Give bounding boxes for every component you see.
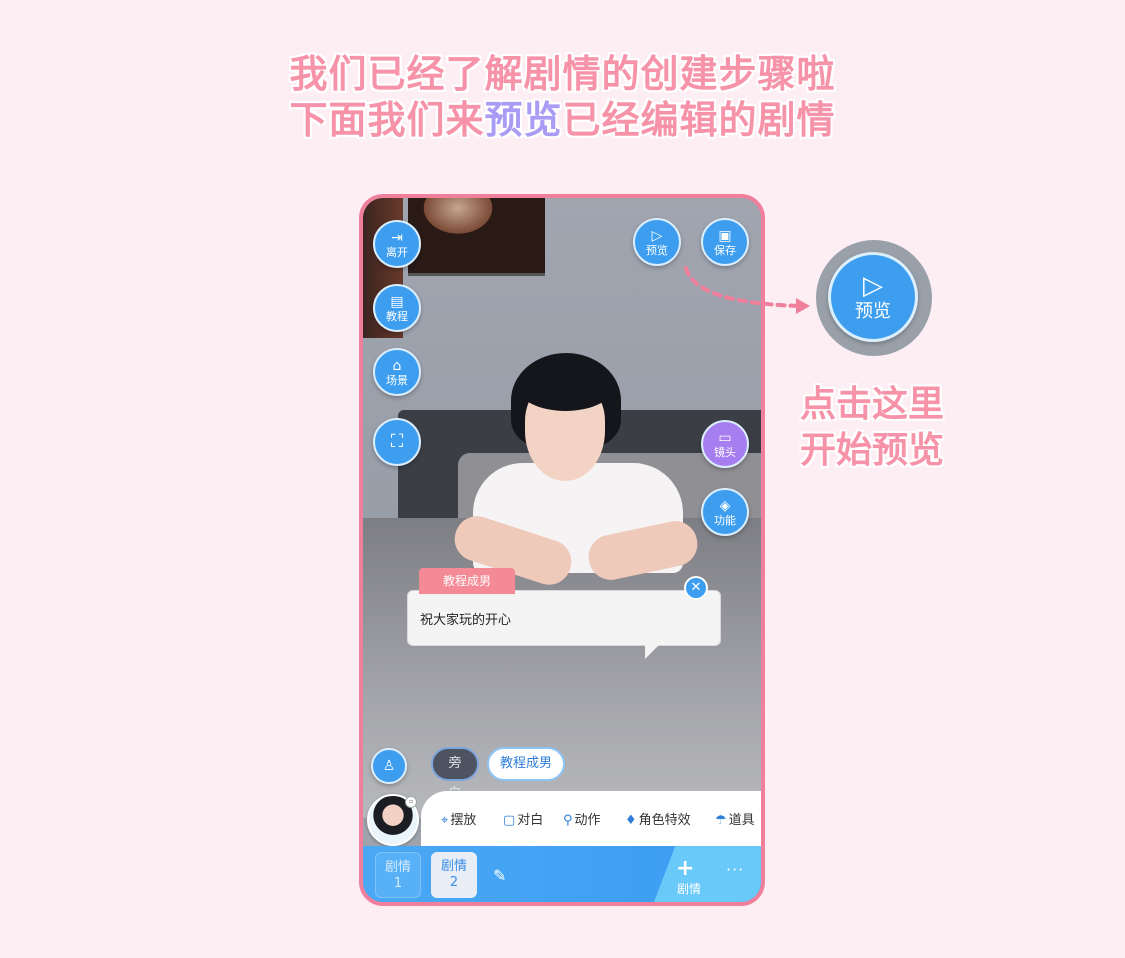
dialog-box[interactable]: 祝大家玩的开心: [407, 590, 721, 646]
headline-line-2-start: 下面我们来: [289, 98, 485, 142]
save-label: 保存: [714, 243, 736, 257]
plot-tab-2[interactable]: 剧情 2: [431, 852, 477, 898]
tool-effect[interactable]: ♦ 角色特效: [625, 809, 691, 828]
dialog-tail: [645, 645, 659, 659]
more-icon[interactable]: ···: [726, 860, 744, 879]
umbrella-icon: ☂: [715, 813, 727, 828]
wall-poster: [408, 198, 545, 276]
tool-prop[interactable]: ☂ 道具: [715, 809, 755, 828]
tool-place[interactable]: ⌖ 摆放: [441, 809, 476, 828]
cube-icon: ◈: [719, 497, 731, 514]
function-label: 功能: [714, 513, 736, 527]
book-icon: ▤: [390, 293, 404, 310]
tool-prop-label: 道具: [728, 813, 755, 828]
character-fringe: [518, 363, 613, 411]
character-chip[interactable]: 教程成男: [487, 747, 565, 781]
preview-button[interactable]: ▷ 预览: [633, 218, 681, 266]
tool-action-label: 动作: [574, 813, 601, 828]
fullscreen-icon: ⛶: [390, 431, 404, 452]
plot-tab-1-label: 剧情: [384, 860, 411, 875]
save-button[interactable]: ▣ 保存: [701, 218, 749, 266]
tool-dialogue[interactable]: ▢ 对白: [503, 809, 543, 828]
add-user-icon: ♙: [382, 758, 396, 774]
add-plot-button[interactable]: [651, 846, 761, 902]
headline-line-2: 下面我们来预览已经编辑的剧情: [0, 98, 1125, 142]
headline-highlight: 预览: [484, 98, 563, 142]
plot-tab-1-number: 1: [393, 876, 403, 891]
avatar-badge: ▫: [405, 796, 417, 808]
add-plot-label[interactable]: 剧情: [677, 880, 701, 897]
scene-button[interactable]: ⌂ 场景: [373, 348, 421, 396]
headline-line-1: 我们已经了解剧情的创建步骤啦: [289, 52, 836, 96]
preview-label: 预览: [646, 243, 668, 257]
plot-tab-2-label: 剧情: [440, 859, 467, 874]
add-role-button[interactable]: ♙: [371, 748, 407, 784]
fullscreen-button[interactable]: ⛶: [373, 418, 421, 466]
camera-button[interactable]: ▭ 镜头: [701, 420, 749, 468]
exit-icon: ⇥: [391, 229, 403, 246]
function-button[interactable]: ◈ 功能: [701, 488, 749, 536]
callout-line-2: 开始预览: [800, 430, 945, 471]
plot-tab-2-number: 2: [449, 875, 459, 890]
dialog-speaker-tag: 教程成男: [419, 568, 515, 594]
leave-label: 离开: [386, 245, 408, 259]
close-icon[interactable]: ✕: [684, 576, 708, 600]
tutorial-button[interactable]: ▤ 教程: [373, 284, 421, 332]
scene-label: 场景: [386, 373, 408, 387]
leave-button[interactable]: ⇥ 离开: [373, 220, 421, 268]
scene-icon: ⌂: [392, 357, 402, 374]
preview-button-enlarged[interactable]: ▷ 预览: [828, 252, 918, 342]
tool-dialogue-label: 对白: [517, 813, 544, 828]
save-icon: ▣: [718, 227, 732, 244]
character-model[interactable]: [448, 353, 702, 598]
plot-tab-1[interactable]: 剧情 1: [375, 852, 421, 898]
plus-icon[interactable]: +: [676, 856, 694, 881]
tool-effect-label: 角色特效: [638, 813, 691, 828]
plot-bar: 剧情 1 剧情 2 ✎ + 剧情 ···: [363, 846, 761, 902]
callout-line-1: 点击这里: [800, 384, 945, 425]
dialog-text: 祝大家玩的开心: [420, 613, 512, 628]
play-icon: ▷: [863, 271, 883, 301]
tool-action[interactable]: ⚲ 动作: [563, 809, 601, 828]
action-toolbar: ⌖ 摆放 ▢ 对白 ⚲ 动作 ♦ 角色特效 ☂ 道具: [421, 791, 761, 847]
dashed-arrow-icon: [684, 266, 810, 314]
headline-line-2-end: 已经编辑的剧情: [562, 98, 836, 142]
camera-icon: ▭: [718, 429, 732, 446]
pose-icon: ⚲: [563, 813, 573, 828]
effect-icon: ♦: [625, 813, 637, 828]
edit-icon[interactable]: ✎: [493, 866, 506, 885]
pin-icon: ⌖: [441, 813, 449, 828]
tool-place-label: 摆放: [450, 813, 477, 828]
camera-label: 镜头: [714, 445, 736, 459]
preview-enlarged-label: 预览: [855, 301, 891, 322]
chat-icon: ▢: [503, 813, 516, 828]
narration-chip[interactable]: 旁白: [431, 747, 479, 801]
tutorial-label: 教程: [386, 309, 408, 323]
play-icon: ▷: [651, 227, 663, 244]
